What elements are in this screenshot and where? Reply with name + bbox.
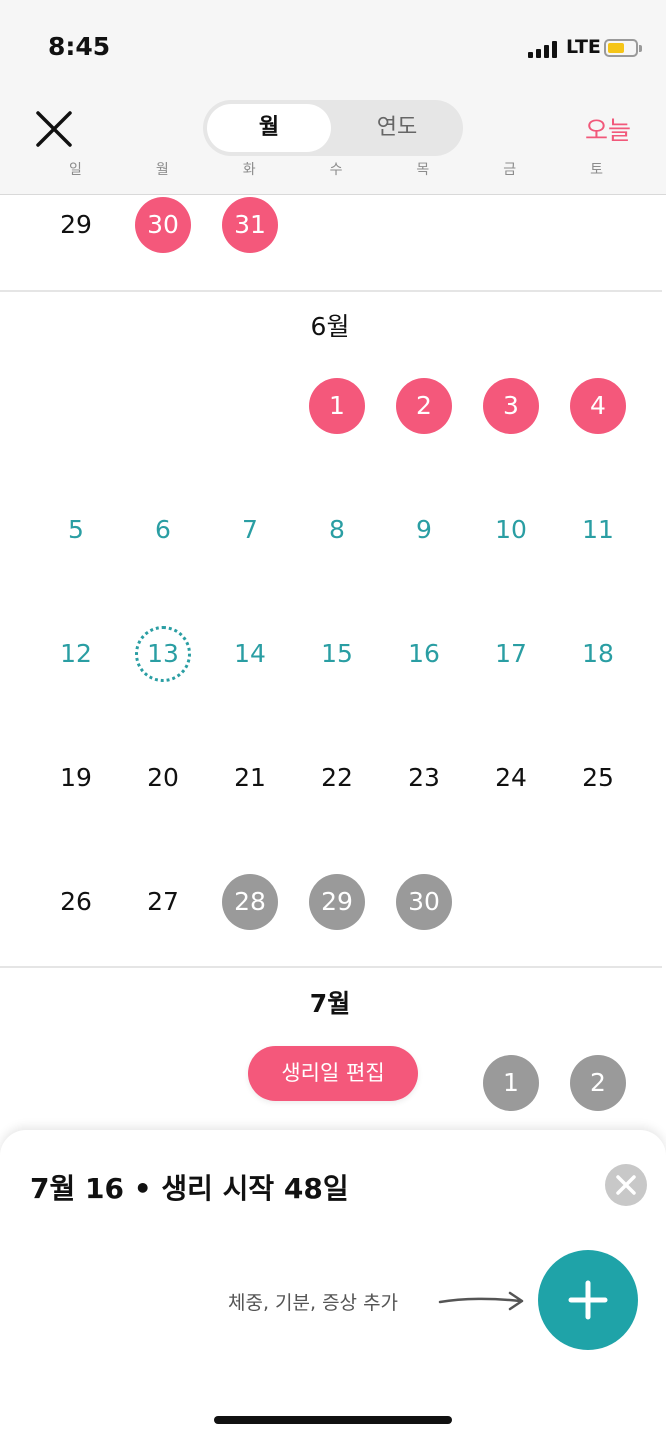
edit-period-button[interactable]: 생리일 편집	[248, 1046, 418, 1101]
day-cell[interactable]: 5	[48, 502, 104, 558]
day-cell[interactable]: 12	[48, 626, 104, 682]
close-icon	[36, 111, 72, 147]
month-title-july: 7월	[309, 989, 351, 1018]
month-divider	[0, 290, 662, 292]
close-icon	[616, 1175, 636, 1195]
day-cell[interactable]: 25	[570, 750, 626, 806]
day-cell[interactable]: 9	[396, 502, 452, 558]
day-cell[interactable]: 7	[222, 502, 278, 558]
sheet-title: 7월 16 • 생리 시작 48일	[30, 1172, 349, 1205]
day-cell[interactable]: 17	[483, 626, 539, 682]
year-view-tab[interactable]: 연도	[335, 104, 459, 152]
day-cell[interactable]: 8	[309, 502, 365, 558]
arrow-right-icon	[438, 1291, 524, 1311]
day-cell[interactable]: 22	[309, 750, 365, 806]
day-cell[interactable]: 16	[396, 626, 452, 682]
day-cell[interactable]: 29	[309, 874, 365, 930]
weekday-row: 일 월 화 수 목 금 토	[32, 159, 640, 183]
day-cell[interactable]: 15	[309, 626, 365, 682]
weekday-label: 수	[329, 162, 343, 178]
day-cell[interactable]: 3	[483, 378, 539, 434]
status-time: 8:45	[48, 32, 111, 61]
day-cell[interactable]: 1	[309, 378, 365, 434]
add-hint-text: 체중, 기분, 증상 추가	[228, 1292, 399, 1314]
day-cell[interactable]: 4	[570, 378, 626, 434]
day-cell[interactable]: 1	[483, 1055, 539, 1111]
calendar-scroll[interactable]: 29 30 31 6월 1 2 3 4 5 6 7 8 9 10 11 12 13 14 15 16 17 18 19 2…	[0, 195, 666, 1130]
weekday-label: 화	[242, 162, 256, 178]
signal-icon	[528, 40, 560, 58]
day-cell[interactable]: 19	[48, 750, 104, 806]
day-cell[interactable]: 30	[135, 197, 191, 253]
day-cell[interactable]: 24	[483, 750, 539, 806]
status-bar: 8:45 LTE	[0, 0, 666, 95]
view-toggle: 월 연도	[203, 100, 463, 156]
home-indicator[interactable]	[214, 1416, 452, 1424]
weekday-label: 일	[68, 162, 82, 178]
month-divider	[0, 966, 662, 968]
day-cell[interactable]: 2	[396, 378, 452, 434]
day-cell[interactable]: 23	[396, 750, 452, 806]
day-cell[interactable]: 31	[222, 197, 278, 253]
day-cell[interactable]: 10	[483, 502, 539, 558]
day-cell[interactable]: 11	[570, 502, 626, 558]
add-log-button[interactable]	[538, 1250, 638, 1350]
battery-tip	[639, 45, 642, 52]
month-title-june: 6월	[310, 312, 350, 341]
weekday-label: 금	[503, 162, 517, 178]
day-cell[interactable]: 27	[135, 874, 191, 930]
plus-icon	[568, 1280, 608, 1320]
month-view-tab[interactable]: 월	[207, 104, 331, 152]
battery-icon	[604, 39, 638, 57]
day-cell[interactable]: 26	[48, 874, 104, 930]
day-cell[interactable]: 28	[222, 874, 278, 930]
weekday-label: 목	[416, 162, 430, 178]
day-cell[interactable]: 2	[570, 1055, 626, 1111]
day-cell[interactable]: 20	[135, 750, 191, 806]
network-type: LTE	[566, 36, 601, 58]
weekday-label: 토	[590, 162, 604, 178]
day-detail-sheet: 7월 16 • 생리 시작 48일 체중, 기분, 증상 추가	[0, 1130, 666, 1440]
today-button[interactable]: 오늘	[585, 111, 631, 147]
day-cell[interactable]: 21	[222, 750, 278, 806]
close-button[interactable]	[34, 109, 74, 149]
calendar-header: 월 연도 오늘 일 월 화 수 목 금 토	[0, 95, 666, 195]
day-cell[interactable]: 30	[396, 874, 452, 930]
weekday-label: 월	[155, 162, 169, 178]
day-cell[interactable]: 6	[135, 502, 191, 558]
day-cell[interactable]: 14	[222, 626, 278, 682]
day-cell[interactable]: 29	[48, 197, 104, 253]
day-cell[interactable]: 18	[570, 626, 626, 682]
sheet-close-button[interactable]	[605, 1164, 647, 1206]
day-cell[interactable]: 13	[135, 626, 191, 682]
